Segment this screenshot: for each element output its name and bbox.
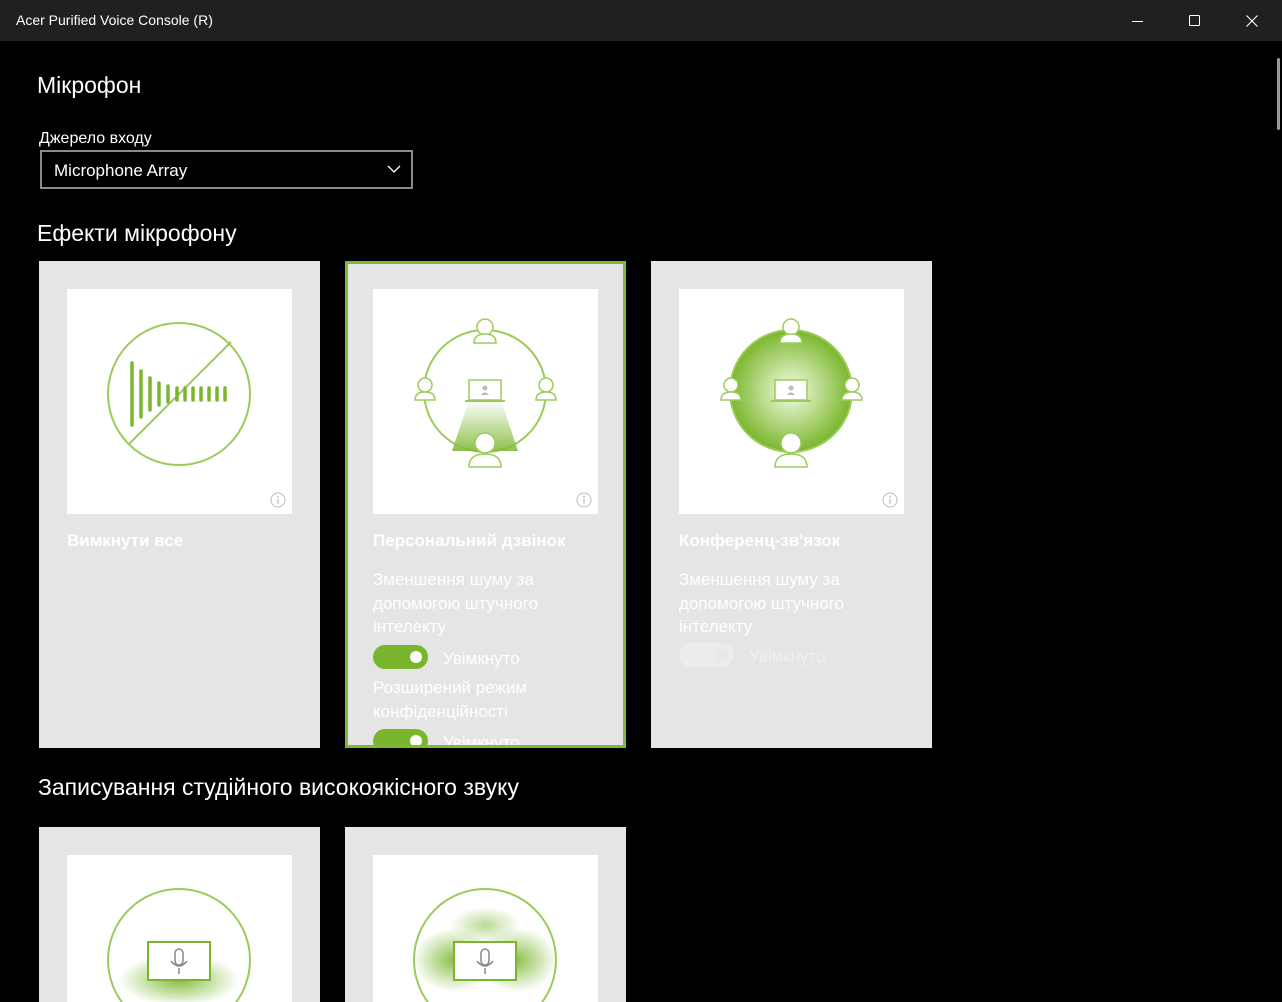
studio-laptop-mic-wide-icon [413,888,557,1002]
studio-image [67,855,292,1002]
info-icon[interactable] [882,492,898,508]
studio-card-1[interactable] [39,827,320,1002]
noise-reduction-state: Увімкнуто [443,649,520,668]
minimize-button[interactable] [1109,0,1166,41]
privacy-mode-state: Увімкнуто [443,733,520,748]
privacy-mode-toggle[interactable] [373,729,428,745]
close-button[interactable] [1223,0,1280,41]
maximize-icon [1188,14,1200,26]
studio-heading: Записування студійного високоякісного зв… [38,774,519,800]
input-source-label: Джерело входу [39,130,152,147]
window-title: Acer Purified Voice Console (R) [16,12,213,28]
effect-image [373,289,598,514]
effect-card-personal-call[interactable]: Персональний дзвінок Зменшення шуму за д… [345,261,626,748]
noise-reduction-toggle [679,643,734,667]
effect-card-conference[interactable]: Конференц-зв'язок Зменшення шуму за допо… [651,261,932,748]
noise-reduction-label: Зменшення шуму за допомогою штучного інт… [373,570,539,636]
studio-laptop-mic-icon [107,888,251,1002]
page-title: Мікрофон [37,72,142,98]
studio-image [373,855,598,1002]
studio-card-2[interactable] [345,827,626,1002]
effect-image [679,289,904,514]
input-source-dropdown[interactable]: Microphone Array [40,150,413,189]
effect-name: Конференц-зв'язок [679,531,841,550]
effect-name: Персональний дзвінок [373,531,566,550]
personal-call-icon [414,318,557,468]
conference-call-icon [720,318,863,468]
input-source-value: Microphone Array [54,161,188,180]
effects-heading: Ефекти мікрофону [37,220,237,246]
minimize-icon [1131,20,1143,22]
close-icon [1245,14,1258,27]
effect-image [67,289,292,514]
effect-card-off[interactable]: Вимкнути все [39,261,320,748]
effect-name: Вимкнути все [67,531,184,550]
info-icon[interactable] [576,492,592,508]
privacy-mode-label: Розширений режим конфіденційності [373,678,528,721]
title-bar: Acer Purified Voice Console (R) [0,0,1282,41]
noise-reduction-state: Увімкнуто [749,647,826,666]
noise-reduction-toggle[interactable] [373,645,428,669]
chevron-down-icon [387,165,401,173]
mic-off-waveform-icon [107,322,251,466]
info-icon[interactable] [270,492,286,508]
maximize-button[interactable] [1166,0,1223,41]
scrollbar[interactable] [1277,58,1280,130]
noise-reduction-label: Зменшення шуму за допомогою штучного інт… [679,570,845,636]
